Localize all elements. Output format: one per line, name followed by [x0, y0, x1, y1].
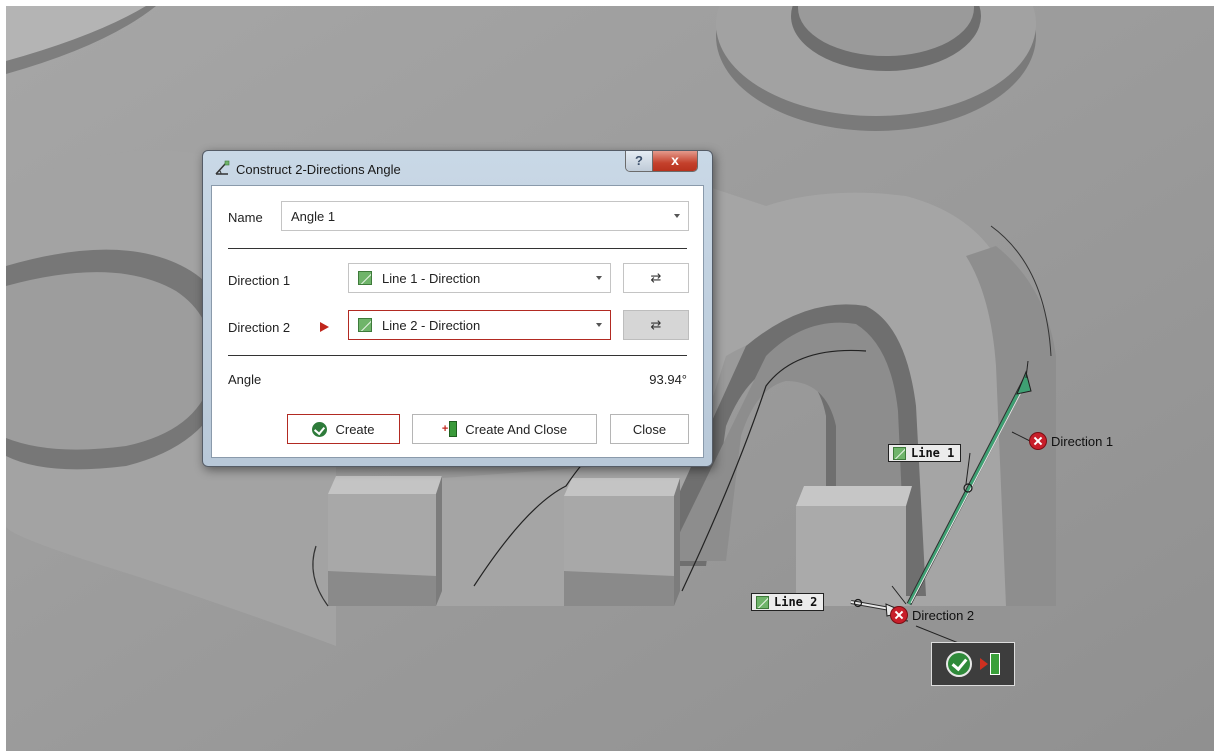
create-and-close-icon[interactable]: [980, 653, 1000, 675]
line1-label[interactable]: Line 1: [888, 444, 962, 462]
create-button[interactable]: Create: [287, 414, 400, 444]
name-combo[interactable]: Angle 1: [281, 201, 689, 231]
direction1-label: Direction 1: [228, 273, 291, 288]
name-label: Name: [228, 210, 263, 225]
active-field-arrow-icon: [320, 322, 329, 332]
line-icon: [893, 446, 906, 460]
dialog-title: Construct 2-Directions Angle: [236, 162, 401, 177]
line-icon: [756, 595, 769, 609]
help-button[interactable]: ?: [626, 151, 653, 171]
chevron-down-icon: [596, 276, 602, 280]
create-and-close-icon: +: [442, 421, 458, 437]
swap-direction1-button[interactable]: ⇄: [623, 263, 689, 293]
chevron-down-icon: [596, 323, 602, 327]
direction1-marker[interactable]: Direction 1: [1029, 432, 1113, 450]
direction2-marker[interactable]: Direction 2: [890, 606, 974, 624]
close-button[interactable]: Close: [610, 414, 689, 444]
line-icon: [358, 271, 372, 285]
chevron-down-icon: [674, 214, 680, 218]
line-icon: [358, 318, 372, 332]
error-icon: [890, 606, 908, 624]
direction2-combo[interactable]: Line 2 - Direction: [348, 310, 611, 340]
quick-actions: [931, 642, 1015, 686]
error-icon: [1029, 432, 1047, 450]
dialog-body: Name Angle 1 Direction 1 Line 1 - Direct…: [211, 185, 704, 458]
construct-angle-dialog: Construct 2-Directions Angle ? x Name An…: [202, 150, 713, 467]
direction2-label: Direction 2: [228, 320, 291, 335]
angle-icon: [215, 160, 230, 175]
check-icon: [312, 421, 328, 437]
swap-direction2-button[interactable]: ⇄: [623, 310, 689, 340]
angle-value: 93.94°: [649, 372, 687, 387]
separator: [228, 248, 687, 249]
direction1-combo[interactable]: Line 1 - Direction: [348, 263, 611, 293]
create-and-close-button[interactable]: + Create And Close: [412, 414, 597, 444]
line2-label[interactable]: Line 2: [751, 593, 825, 611]
confirm-icon[interactable]: [946, 651, 972, 677]
dialog-titlebar[interactable]: Construct 2-Directions Angle ? x: [203, 151, 712, 185]
close-window-button[interactable]: x: [653, 151, 697, 171]
angle-label: Angle: [228, 372, 262, 387]
separator: [228, 355, 687, 356]
